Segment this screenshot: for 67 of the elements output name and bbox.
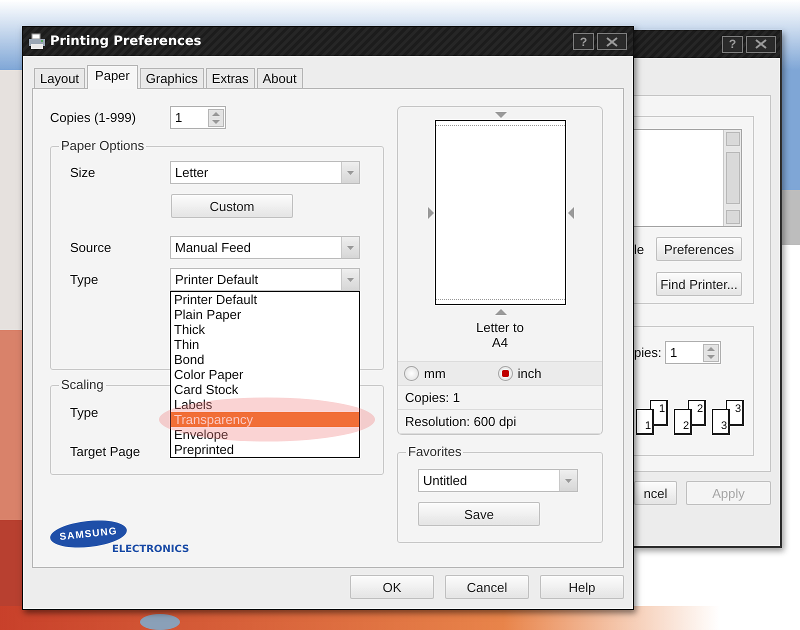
dropdown-option[interactable]: Envelope bbox=[171, 427, 359, 442]
collate-page: 1 bbox=[636, 409, 654, 435]
dropdown-option[interactable]: Plain Paper bbox=[171, 307, 359, 322]
preferences-button[interactable]: Preferences bbox=[656, 237, 742, 261]
caret-icon bbox=[347, 278, 354, 282]
copies-spinbox[interactable]: 1 bbox=[665, 341, 721, 364]
field-label: pies: bbox=[634, 345, 662, 360]
tab[interactable]: Graphics bbox=[140, 68, 204, 88]
save-button[interactable]: Save bbox=[418, 502, 540, 526]
field-label: Source bbox=[70, 240, 112, 255]
find-printer-button[interactable]: Find Printer... bbox=[656, 272, 742, 296]
tab[interactable]: Extras bbox=[206, 68, 255, 88]
field-label: Copies (1-999) bbox=[50, 110, 137, 125]
close-icon bbox=[755, 39, 767, 49]
triangle-icon bbox=[568, 207, 574, 219]
triangle-icon bbox=[495, 309, 507, 315]
spin-arrows-icon bbox=[208, 108, 224, 126]
group-title: Favorites bbox=[406, 444, 464, 459]
spin-arrows-icon bbox=[703, 344, 719, 362]
info-text: Copies: 1 bbox=[398, 386, 602, 410]
dropdown-option[interactable]: Card Stock bbox=[171, 382, 359, 397]
field-label: Target Page bbox=[70, 444, 142, 459]
close-button[interactable] bbox=[597, 33, 627, 50]
close-button[interactable] bbox=[746, 36, 776, 52]
dropdown-option[interactable]: Printer Default bbox=[171, 292, 359, 307]
caret-icon bbox=[347, 246, 354, 250]
close-icon bbox=[606, 36, 618, 46]
dropdown-option[interactable]: Thin bbox=[171, 337, 359, 352]
dialog-button: Apply bbox=[686, 481, 771, 505]
tab[interactable]: Layout bbox=[34, 68, 86, 88]
dropdown-option[interactable]: Color Paper bbox=[171, 367, 359, 382]
radio-button[interactable]: inch bbox=[498, 366, 542, 382]
custom-button[interactable]: Custom bbox=[171, 194, 293, 218]
collate-page: 3 bbox=[712, 409, 730, 435]
collate-page: 2 bbox=[674, 409, 692, 435]
favorites-dropdown[interactable]: Untitled bbox=[418, 469, 578, 492]
group-title: Scaling bbox=[59, 377, 106, 392]
size-dropdown[interactable]: Letter bbox=[170, 161, 360, 184]
help-button[interactable]: ? bbox=[722, 36, 743, 52]
scrollbar[interactable] bbox=[723, 130, 741, 226]
field-label: le bbox=[634, 242, 646, 256]
caret-icon bbox=[565, 478, 572, 482]
tab[interactable]: Paper bbox=[87, 65, 138, 89]
field-label: Size bbox=[70, 165, 96, 180]
tab[interactable]: About bbox=[256, 68, 303, 88]
printer-icon bbox=[28, 33, 46, 50]
triangle-icon bbox=[495, 112, 507, 118]
help-button[interactable]: ? bbox=[573, 33, 594, 50]
dropdown-option[interactable]: Preprinted bbox=[171, 442, 359, 457]
radio-button[interactable]: mm bbox=[404, 366, 446, 382]
triangle-icon bbox=[428, 207, 434, 219]
source-dropdown[interactable]: Manual Feed bbox=[170, 236, 360, 259]
dialog-button[interactable]: ncel bbox=[634, 481, 677, 505]
field-label: Type bbox=[70, 405, 100, 420]
paper-size-caption: Letter to A4 bbox=[475, 320, 525, 350]
dialog-button[interactable]: Cancel bbox=[445, 575, 529, 599]
group-title: Paper Options bbox=[59, 138, 146, 153]
caret-icon bbox=[347, 170, 354, 174]
dropdown-option[interactable]: Labels bbox=[171, 397, 359, 412]
dialog-button[interactable]: Help bbox=[540, 575, 624, 599]
copies-spinbox[interactable]: 1 bbox=[170, 106, 226, 129]
info-text: Resolution: 600 dpi bbox=[398, 410, 602, 434]
dropdown-option[interactable]: Thick bbox=[171, 322, 359, 337]
dialog-button[interactable]: OK bbox=[350, 575, 434, 599]
window-title: Printing Preferences bbox=[50, 34, 202, 49]
dropdown-option[interactable]: Bond bbox=[171, 352, 359, 367]
field-label: Type bbox=[70, 272, 100, 287]
